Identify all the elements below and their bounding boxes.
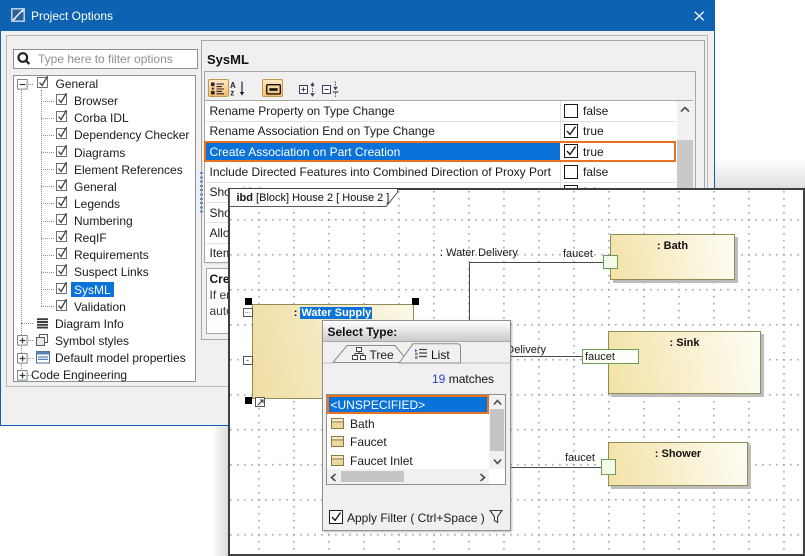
svg-text:z: z bbox=[230, 89, 234, 98]
